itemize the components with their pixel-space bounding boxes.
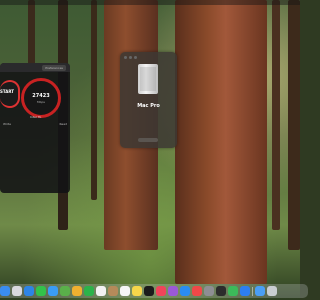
mode-label: Intel Tb — [30, 115, 42, 119]
speed-gauge: 27423 Mbps — [21, 78, 61, 118]
results-header: Write Read — [3, 122, 67, 126]
dock-music-icon[interactable] — [156, 286, 166, 296]
dock-finder-icon[interactable] — [0, 286, 10, 296]
dock-xcode-icon[interactable] — [240, 286, 250, 296]
gauges: START 27423 Mbps Intel Tb — [0, 72, 70, 120]
settings-button[interactable]: Preferences — [42, 64, 66, 71]
dock-terminal-icon[interactable] — [216, 286, 226, 296]
dock-trash-icon[interactable] — [267, 286, 277, 296]
mac-pro-grille — [140, 67, 156, 91]
close-button[interactable] — [124, 56, 127, 59]
minimize-button[interactable] — [129, 56, 132, 59]
start-gauge-label[interactable]: START — [0, 89, 14, 94]
dock-notes-icon[interactable] — [132, 286, 142, 296]
window-controls — [124, 56, 137, 59]
dock-mail-icon[interactable] — [48, 286, 58, 296]
tree-trunk — [272, 0, 280, 230]
menu-bar — [0, 0, 300, 5]
dock-messages-icon[interactable] — [36, 286, 46, 296]
start-gauge[interactable] — [0, 80, 20, 108]
speed-value: 27423 — [32, 93, 50, 99]
dock-podcasts-icon[interactable] — [168, 286, 178, 296]
window-titlebar[interactable]: Preferences — [0, 63, 70, 72]
model-name: Mac Pro — [137, 103, 160, 109]
results-header-write: Write — [3, 122, 11, 126]
dock — [0, 284, 308, 298]
dock-safari-icon[interactable] — [24, 286, 34, 296]
tree-trunk — [175, 0, 267, 284]
speedtest-window[interactable]: Preferences START 27423 Mbps Intel Tb Wr… — [0, 63, 70, 193]
tree-trunk — [28, 0, 35, 65]
dock-downloads-icon[interactable] — [255, 286, 265, 296]
dock-contacts-icon[interactable] — [108, 286, 118, 296]
mac-pro-image — [138, 64, 158, 94]
more-info-button[interactable] — [138, 138, 158, 142]
results-header-read: Read — [59, 122, 67, 126]
dock-app-store-icon[interactable] — [180, 286, 190, 296]
dock-news-icon[interactable] — [192, 286, 202, 296]
about-this-mac-window[interactable]: Mac Pro — [120, 52, 177, 148]
dock-system-preferences-icon[interactable] — [204, 286, 214, 296]
dock-divider — [252, 286, 253, 296]
tree-trunk — [288, 0, 300, 250]
dock-reminders-icon[interactable] — [120, 286, 130, 296]
dock-activity-monitor-icon[interactable] — [228, 286, 238, 296]
dock-photos-icon[interactable] — [72, 286, 82, 296]
zoom-button[interactable] — [134, 56, 137, 59]
dock-launchpad-icon[interactable] — [12, 286, 22, 296]
dock-maps-icon[interactable] — [60, 286, 70, 296]
speed-unit: Mbps — [37, 100, 45, 104]
dock-tv-icon[interactable] — [144, 286, 154, 296]
tree-trunk — [91, 0, 97, 200]
table-row — [3, 174, 67, 178]
dock-calendar-icon[interactable] — [96, 286, 106, 296]
dock-facetime-icon[interactable] — [84, 286, 94, 296]
results-table: Write Read — [0, 120, 70, 180]
